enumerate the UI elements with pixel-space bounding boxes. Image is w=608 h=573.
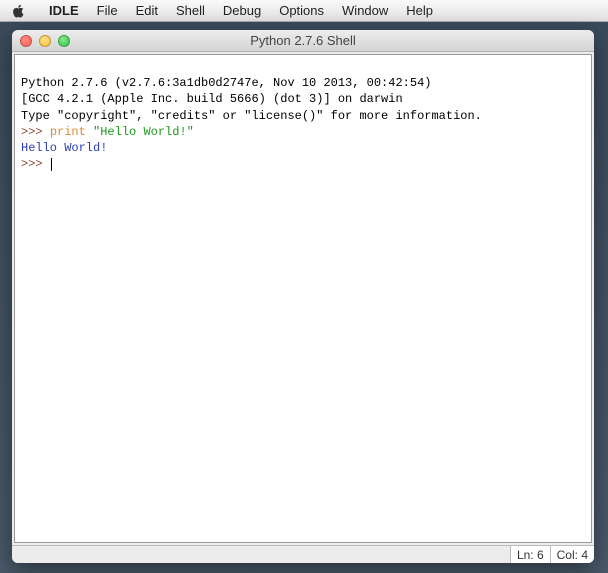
menu-help[interactable]: Help [397, 3, 442, 18]
apple-logo-icon [12, 4, 26, 18]
shell-line: Type "copyright", "credits" or "license(… [21, 108, 585, 124]
status-col: Col: 4 [550, 546, 594, 563]
window-title: Python 2.7.6 Shell [12, 33, 594, 48]
shell-line: [GCC 4.2.1 (Apple Inc. build 5666) (dot … [21, 91, 585, 107]
shell-prompt: >>> [21, 125, 50, 139]
zoom-button[interactable] [58, 35, 70, 47]
keyword-print: print [50, 125, 86, 139]
menu-edit[interactable]: Edit [127, 3, 167, 18]
shell-line: >>> print "Hello World!" [21, 124, 585, 140]
menu-file[interactable]: File [88, 3, 127, 18]
menu-idle[interactable]: IDLE [40, 3, 88, 18]
shell-prompt: >>> [21, 157, 50, 171]
shell-output: Hello World! [21, 140, 585, 156]
shell-content[interactable]: Python 2.7.6 (v2.7.6:3a1db0d2747e, Nov 1… [14, 54, 592, 543]
macos-menubar: IDLE File Edit Shell Debug Options Windo… [0, 0, 608, 22]
menu-options[interactable]: Options [270, 3, 333, 18]
shell-line: Python 2.7.6 (v2.7.6:3a1db0d2747e, Nov 1… [21, 75, 585, 91]
status-line: Ln: 6 [510, 546, 550, 563]
close-button[interactable] [20, 35, 32, 47]
minimize-button[interactable] [39, 35, 51, 47]
menu-shell[interactable]: Shell [167, 3, 214, 18]
shell-line: >>> [21, 156, 585, 172]
window-titlebar[interactable]: Python 2.7.6 Shell [12, 30, 594, 52]
traffic-lights [20, 35, 70, 47]
menu-window[interactable]: Window [333, 3, 397, 18]
menu-debug[interactable]: Debug [214, 3, 270, 18]
text-cursor [51, 158, 52, 171]
statusbar: Ln: 6 Col: 4 [12, 545, 594, 563]
string-literal: "Hello World!" [93, 125, 194, 139]
idle-window: Python 2.7.6 Shell Python 2.7.6 (v2.7.6:… [12, 30, 594, 563]
